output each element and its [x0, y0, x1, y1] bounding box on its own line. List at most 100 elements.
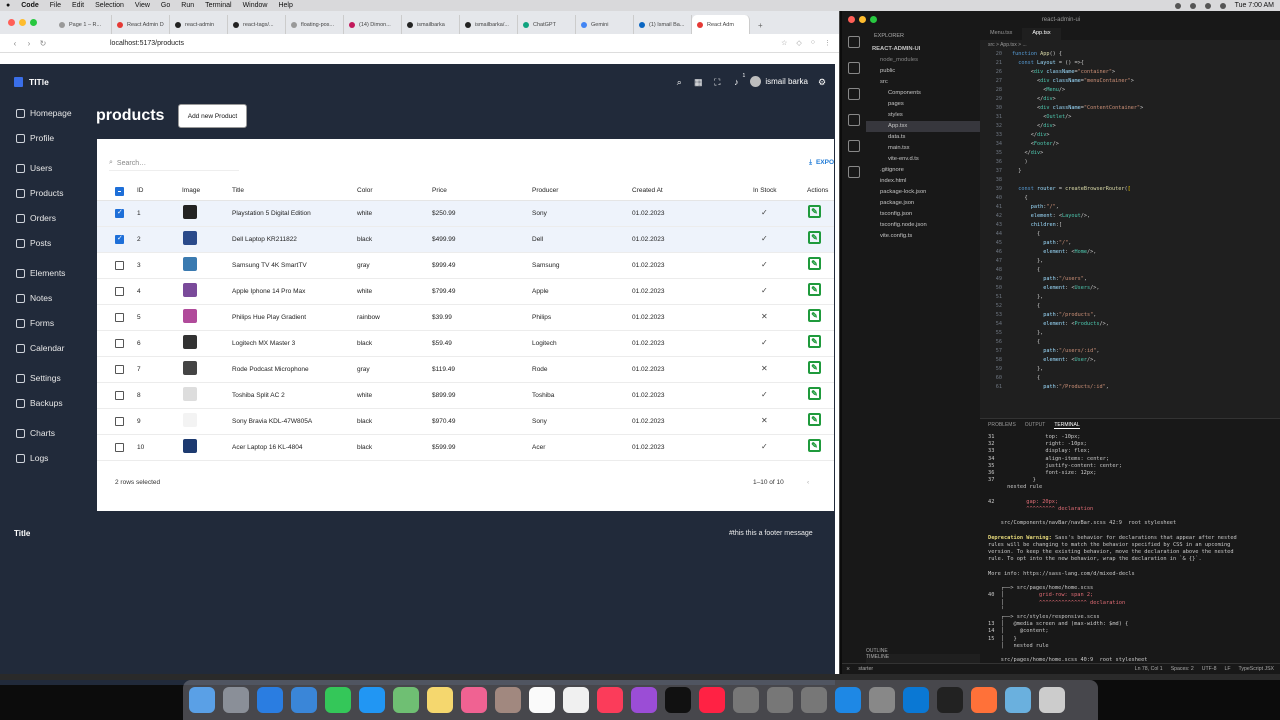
vscode-icon[interactable]: [903, 687, 929, 713]
tree-item[interactable]: data.ts: [866, 132, 980, 143]
browser-tab[interactable]: Gemini: [576, 15, 634, 34]
browser-tab[interactable]: (14) Dimon...: [344, 15, 402, 34]
tree-item[interactable]: package-lock.json: [866, 187, 980, 198]
system-settings-icon[interactable]: [869, 687, 895, 713]
line-ending[interactable]: LF: [1224, 666, 1230, 672]
tree-item[interactable]: package.json: [866, 198, 980, 209]
files-icon[interactable]: [848, 36, 860, 48]
editor-tab-active[interactable]: App.tsx: [1022, 28, 1061, 40]
safari-icon[interactable]: [257, 687, 283, 713]
sidebar-item-settings[interactable]: Settings: [16, 373, 61, 383]
select-all-checkbox[interactable]: [115, 187, 124, 196]
tab-problems[interactable]: PROBLEMS: [988, 422, 1016, 429]
maximize-window-icon[interactable]: [870, 16, 877, 23]
menu-edit[interactable]: Edit: [72, 2, 84, 9]
browser-tab[interactable]: React Admin D: [112, 15, 170, 34]
sidebar-item-posts[interactable]: Posts: [16, 238, 51, 248]
menu-run[interactable]: Run: [181, 2, 194, 9]
tree-item[interactable]: tsconfig.node.json: [866, 220, 980, 231]
back-icon[interactable]: ‹: [8, 39, 22, 48]
edit-icon[interactable]: ✎: [808, 361, 821, 374]
row-checkbox[interactable]: [115, 339, 124, 348]
prev-page-icon[interactable]: ‹: [807, 479, 809, 486]
trash-icon[interactable]: [1039, 687, 1065, 713]
browser-tab[interactable]: (1) Ismail Ba...: [634, 15, 692, 34]
unknown-app-icon[interactable]: [767, 687, 793, 713]
sidebar-item-charts[interactable]: Charts: [16, 428, 55, 438]
sidebar-item-products[interactable]: Products: [16, 188, 64, 198]
downloads-folder-icon[interactable]: [1005, 687, 1031, 713]
menu-window[interactable]: Window: [243, 2, 268, 9]
table-row[interactable]: 4 Apple Iphone 14 Pro Max white $799.49 Appl…: [97, 279, 834, 305]
encoding[interactable]: UTF-8: [1202, 666, 1217, 672]
row-checkbox[interactable]: [115, 234, 124, 244]
column-header-created-at[interactable]: Created At: [632, 187, 663, 194]
breadcrumb[interactable]: src > App.tsx > ...: [980, 40, 1280, 50]
editor-tab[interactable]: Menu.tsx: [980, 28, 1022, 40]
sidebar-item-homepage[interactable]: Homepage: [16, 108, 72, 118]
edit-icon[interactable]: ✎: [808, 231, 821, 244]
export-button[interactable]: ⤓ EXPO: [809, 159, 834, 167]
remote-icon[interactable]: [848, 166, 860, 178]
profile-icon[interactable]: ○: [811, 39, 815, 47]
row-checkbox[interactable]: [115, 313, 124, 322]
browser-tab[interactable]: ismailbarka: [402, 15, 460, 34]
maximize-window-icon[interactable]: [30, 19, 37, 26]
clock[interactable]: Tue 7:00 AM: [1235, 2, 1274, 9]
sidebar-item-orders[interactable]: Orders: [16, 213, 56, 223]
edit-icon[interactable]: ✎: [808, 387, 821, 400]
tree-item[interactable]: index.html: [866, 176, 980, 187]
unknown-app-icon[interactable]: [733, 687, 759, 713]
tree-item-selected[interactable]: App.tsx: [866, 121, 980, 132]
sidebar-item-elements[interactable]: Elements: [16, 268, 65, 278]
remote-indicator[interactable]: ⨯: [846, 666, 850, 672]
column-header-producer[interactable]: Producer: [532, 187, 558, 194]
table-row[interactable]: 6 Logitech MX Master 3 black $59.49 Logitech…: [97, 331, 834, 357]
url-field[interactable]: localhost:5173/products: [110, 40, 184, 47]
terminal-output[interactable]: 31 top: -10px; 32 right: -10px; 33 displ…: [980, 432, 1280, 681]
unknown-app-icon[interactable]: [801, 687, 827, 713]
table-row[interactable]: 10 Acer Laptop 16 KL-4804 black $599.99 Acer…: [97, 435, 834, 461]
notification-icon[interactable]: ♪ 1: [731, 73, 745, 87]
table-row[interactable]: 5 Philips Hue Play Gradient rainbow $39.99 P…: [97, 305, 834, 331]
browser-tab[interactable]: Page 1 – R...: [54, 15, 112, 34]
edit-icon[interactable]: ✎: [808, 413, 821, 426]
git-branch[interactable]: starter: [858, 666, 873, 672]
table-row[interactable]: 2 Dell Laptop KR211822 black $499.99 Dell 01.…: [97, 227, 834, 253]
photos-icon[interactable]: [461, 687, 487, 713]
user-menu[interactable]: ismail barka: [750, 76, 808, 87]
menu-selection[interactable]: Selection: [95, 2, 124, 9]
tab-output[interactable]: OUTPUT: [1025, 422, 1046, 429]
row-checkbox[interactable]: [115, 287, 124, 296]
tree-item[interactable]: main.tsx: [866, 143, 980, 154]
tree-item[interactable]: vite.config.ts: [866, 231, 980, 242]
edit-icon[interactable]: ✎: [808, 283, 821, 296]
calendar-icon[interactable]: [529, 687, 555, 713]
close-window-icon[interactable]: [848, 16, 855, 23]
podcasts-icon[interactable]: [631, 687, 657, 713]
facetime-icon[interactable]: [325, 687, 351, 713]
menu-file[interactable]: File: [50, 2, 61, 9]
fullscreen-icon[interactable]: ⛶: [712, 77, 722, 87]
search-input[interactable]: ⌕ Search…: [109, 159, 239, 171]
close-window-icon[interactable]: [8, 19, 15, 26]
source-control-icon[interactable]: [848, 88, 860, 100]
column-header-image[interactable]: Image: [182, 187, 200, 194]
menu-view[interactable]: View: [135, 2, 150, 9]
row-checkbox[interactable]: [115, 391, 124, 400]
tree-item[interactable]: pages: [866, 99, 980, 110]
browser-tab[interactable]: react-tags/...: [228, 15, 286, 34]
table-row[interactable]: 1 Playstation 5 Digital Edition white $250.…: [97, 201, 834, 227]
tree-item[interactable]: public: [866, 66, 980, 77]
timeline-header[interactable]: TIMELINE: [866, 654, 980, 660]
search-icon[interactable]: [848, 62, 860, 74]
column-header-in-stock[interactable]: In Stock: [753, 187, 776, 194]
menu-code[interactable]: Code: [21, 2, 39, 9]
table-row[interactable]: 9 Sony Bravia KDL-47W805A black $970.49 Sony…: [97, 409, 834, 435]
music-icon[interactable]: [597, 687, 623, 713]
minimize-window-icon[interactable]: [19, 19, 26, 26]
row-checkbox[interactable]: [115, 443, 124, 452]
firefox-icon[interactable]: [971, 687, 997, 713]
extension-icon[interactable]: ◇: [796, 39, 801, 47]
column-header-id[interactable]: ID: [137, 187, 144, 194]
